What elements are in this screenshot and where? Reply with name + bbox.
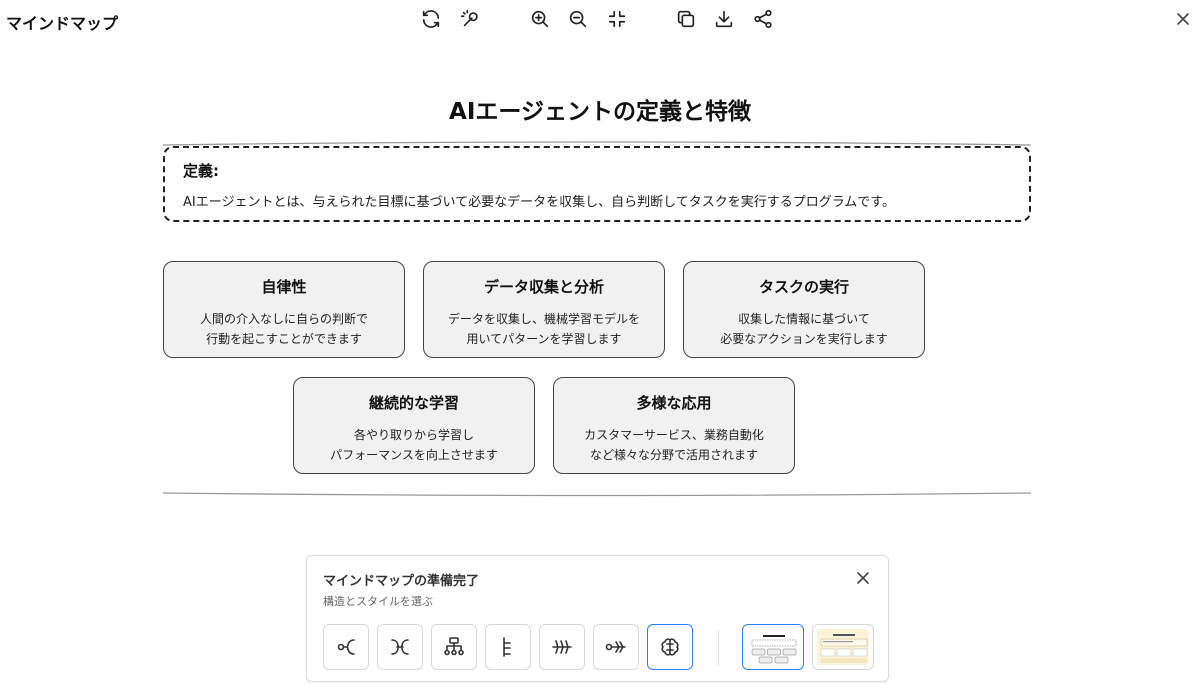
definition-label: 定義:	[183, 162, 219, 180]
card-line: など様々な分野で活用されます	[589, 448, 758, 462]
card-title: データ収集と分析	[483, 278, 604, 296]
card-title: 多様な応用	[636, 394, 712, 412]
style-thumbnail-1	[747, 629, 799, 665]
bidirectional-icon	[391, 639, 409, 655]
panel-title: マインドマップの準備完了	[323, 574, 480, 589]
definition-box: 定義: AIエージェントとは、与えられた目標に基づいて必要なデータを収集し、自ら…	[163, 146, 1031, 222]
card-title: タスクの実行	[758, 278, 849, 296]
panel-divider	[718, 630, 719, 666]
card-line: 各やり取りから学習し	[353, 428, 474, 442]
panel-close-icon[interactable]	[856, 570, 872, 586]
layout-brain-button[interactable]	[647, 624, 693, 670]
bottom-divider	[162, 482, 1032, 497]
card-diverse-applications[interactable]: 多様な応用 カスタマーサービス、業務自動化 など様々な分野で活用されます	[553, 377, 795, 474]
left-right-icon	[337, 639, 355, 655]
timeline-icon	[552, 640, 572, 654]
layout-fishbone-button[interactable]	[593, 624, 639, 670]
layout-tree-button[interactable]	[485, 624, 531, 670]
style-option-1[interactable]	[742, 624, 804, 670]
card-line: パフォーマンスを向上させます	[330, 448, 498, 462]
mindmap-canvas: AIエージェントの定義と特徴 定義: AIエージェントとは、与えられた目標に基づ…	[0, 40, 1200, 510]
toolbar	[0, 6, 1200, 32]
panel-subtitle: 構造とスタイルを選ぶ	[323, 595, 433, 608]
collapse-icon[interactable]	[604, 6, 630, 32]
card-title: 継続的な学習	[368, 394, 459, 412]
close-icon[interactable]	[1172, 8, 1194, 30]
brain-icon	[661, 638, 679, 656]
card-line: 必要なアクションを実行します	[720, 332, 888, 346]
definition-text: AIエージェントとは、与えられた目標に基づいて必要なデータを収集し、自ら判断して…	[183, 195, 895, 210]
org-chart-icon	[444, 637, 464, 656]
share-icon[interactable]	[750, 6, 776, 32]
card-autonomy[interactable]: 自律性 人間の介入なしに自らの判断で 行動を起こすことができます	[163, 261, 405, 358]
refresh-icon[interactable]	[418, 6, 444, 32]
card-line: 用いてパターンを学習します	[466, 332, 622, 346]
copy-icon[interactable]	[673, 6, 699, 32]
card-line: データを収集し、機械学習モデルを	[447, 312, 640, 326]
card-data-collection[interactable]: データ収集と分析 データを収集し、機械学習モデルを 用いてパターンを学習します	[423, 261, 665, 358]
card-line: 人間の介入なしに自らの判断で	[199, 312, 368, 326]
card-continuous-learning[interactable]: 継続的な学習 各やり取りから学習し パフォーマンスを向上させます	[293, 377, 535, 474]
fishbone-icon	[605, 641, 626, 653]
card-line: カスタマーサービス、業務自動化	[584, 428, 764, 442]
download-icon[interactable]	[711, 6, 737, 32]
layout-left-right-button[interactable]	[323, 624, 369, 670]
layout-picker-panel: マインドマップの準備完了 構造とスタイルを選ぶ	[306, 555, 889, 682]
card-line: 行動を起こすことができます	[206, 332, 362, 346]
layout-org-chart-button[interactable]	[431, 624, 477, 670]
style-option-2[interactable]	[812, 624, 874, 670]
zoom-in-icon[interactable]	[527, 6, 553, 32]
zoom-out-icon[interactable]	[565, 6, 591, 32]
magic-wand-icon[interactable]	[457, 6, 483, 32]
top-divider	[162, 132, 1032, 146]
card-title: 自律性	[261, 278, 307, 296]
card-line: 収集した情報に基づいて	[738, 312, 870, 326]
style-thumbnail-2	[817, 629, 869, 665]
tree-icon	[503, 637, 511, 657]
layout-bidirectional-button[interactable]	[377, 624, 423, 670]
layout-timeline-button[interactable]	[539, 624, 585, 670]
card-task-execution[interactable]: タスクの実行 収集した情報に基づいて 必要なアクションを実行します	[683, 261, 925, 358]
mindmap-title: AIエージェントの定義と特徴	[449, 99, 751, 125]
